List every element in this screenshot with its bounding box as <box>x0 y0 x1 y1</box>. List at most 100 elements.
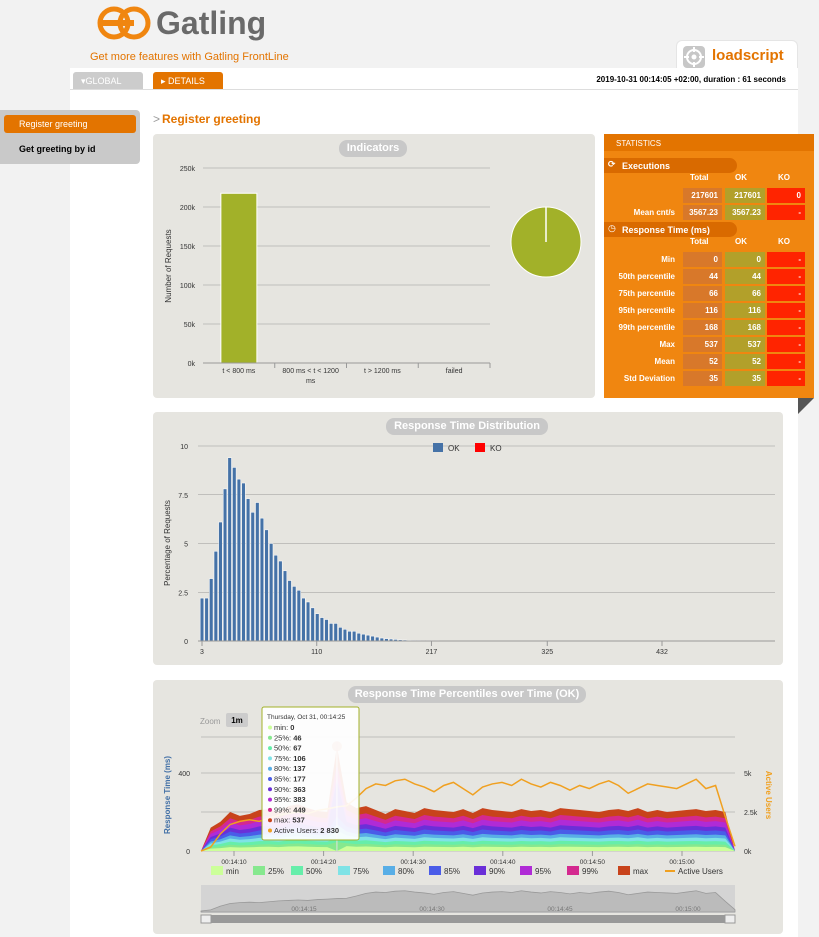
sidebar-item-register-greeting[interactable]: Register greeting <box>4 115 136 133</box>
stats-cell-ko: - <box>767 269 805 284</box>
header-total: Total <box>690 237 709 246</box>
header-total: Total <box>690 173 709 182</box>
distribution-bar <box>329 623 334 642</box>
statistics-panel: STATISTICS ⟳ Executions Total OK KO 21760… <box>604 134 814 398</box>
legend-swatch <box>253 866 265 875</box>
y-tick-label: 0 <box>184 639 188 646</box>
stats-row-label: Max <box>659 340 675 349</box>
statistics-title: STATISTICS <box>616 139 662 148</box>
run-info: 2019-10-31 00:14:05 +02:00, duration : 6… <box>596 75 786 84</box>
stats-cell-total: 3567.23 <box>683 205 722 220</box>
tooltip-row: 85%: 177 <box>274 775 306 784</box>
header-ko: KO <box>778 237 790 246</box>
distribution-bar <box>356 632 361 642</box>
stats-cell-ok: 217601 <box>725 188 765 203</box>
y-tick-label: 7.5 <box>178 493 188 500</box>
x-tick-label: failed <box>446 368 463 375</box>
y-tick-label: 100k <box>180 283 196 290</box>
legend-swatch <box>429 866 441 875</box>
tab-global-label: GLOBAL <box>85 76 122 86</box>
stats-cell-ko: - <box>767 337 805 352</box>
legend-swatch <box>338 866 350 875</box>
x-tick-label: 00:14:10 <box>221 859 247 866</box>
y-axis-label: Percentage of Requests <box>163 500 172 586</box>
tooltip-bullet <box>268 735 272 740</box>
stats-cell-total: 52 <box>683 354 722 369</box>
distribution-bar <box>246 498 251 642</box>
distribution-panel: Response Time Distribution 0 2.5 5 7.5 10 Per… <box>153 412 783 665</box>
legend-swatch <box>475 443 485 452</box>
frontline-link[interactable]: Get more features with Gatling FrontLine <box>90 51 289 63</box>
distribution-bar <box>269 543 274 642</box>
simulation-name: loadscript <box>712 47 784 64</box>
stats-row: Mean cnt/s 3567.23 3567.23 - <box>604 204 814 221</box>
legend-swatch <box>211 866 223 875</box>
stats-cell-ko: 0 <box>767 188 805 203</box>
distribution-bar <box>218 521 223 642</box>
y-tick-label: 50k <box>184 322 196 329</box>
legend-swatch <box>383 866 395 875</box>
stats-row-label: 99th percentile <box>618 323 675 332</box>
zoom-label: Zoom <box>200 717 221 726</box>
stats-cell-ko: - <box>767 320 805 335</box>
header-ok: OK <box>735 237 747 246</box>
y-tick-label: 10 <box>180 444 188 451</box>
tab-global[interactable]: ▾GLOBAL <box>73 72 143 89</box>
distribution-bar <box>315 613 320 642</box>
x-tick-label: 217 <box>426 649 438 656</box>
stats-cell-ko: - <box>767 354 805 369</box>
panel-fold-corner <box>798 398 814 414</box>
stats-row-label: 75th percentile <box>618 289 675 298</box>
y-tick-label: 5 <box>184 542 188 549</box>
navigator-tick-label: 00:15:00 <box>675 906 701 913</box>
page-title: > Register greeting <box>153 112 261 126</box>
stats-cell-ok: 0 <box>725 252 765 267</box>
scroll-right-button[interactable] <box>724 914 736 924</box>
legend-swatch <box>567 866 579 875</box>
tooltip-bullet <box>268 777 272 781</box>
distribution-bar <box>365 634 371 642</box>
legend-label: 90% <box>489 867 505 876</box>
stats-cell-ko: - <box>767 286 805 301</box>
y-tick-label: 200k <box>180 205 196 212</box>
stats-cell-ko: - <box>767 371 805 386</box>
distribution-bar <box>264 529 269 642</box>
stats-row: 99th percentile 168 168 - <box>604 319 814 336</box>
y-tick-label: 0k <box>188 361 196 368</box>
brand-name: Gatling <box>156 5 266 41</box>
scroll-left-button[interactable] <box>200 914 212 924</box>
distribution-bar <box>292 586 297 642</box>
distribution-bar <box>278 560 283 642</box>
tooltip-row: 80%: 137 <box>274 764 306 773</box>
percentiles-panel: Response Time Percentiles over Time (OK)… <box>153 680 783 934</box>
distribution-bar <box>209 578 214 642</box>
tooltip-bullet <box>268 818 272 823</box>
sidebar-item-get-greeting-by-id[interactable]: Get greeting by id <box>4 140 136 158</box>
sidebar: Register greeting Get greeting by id <box>0 110 140 164</box>
distribution-bar <box>301 597 306 642</box>
navigator-tick-label: 00:14:45 <box>547 906 573 913</box>
legend-label: 80% <box>398 867 414 876</box>
legend-swatch <box>520 866 532 875</box>
y2-axis-label: Active Users <box>764 771 773 820</box>
distribution-bar <box>352 631 357 642</box>
zoom-button-label: 1m <box>231 716 243 725</box>
distribution-chart: 0 2.5 5 7.5 10 Percentage of Requests 3 110 217 3… <box>163 443 775 656</box>
legend-label: 50% <box>306 867 322 876</box>
stats-cell-ok: 537 <box>725 337 765 352</box>
y-tick-label: 400 <box>178 771 190 778</box>
breadcrumb-arrow-icon: > <box>153 112 161 126</box>
distribution-bar <box>342 629 347 642</box>
stats-row: Max 537 537 - <box>604 336 814 353</box>
tooltip-bullet <box>268 746 272 751</box>
tooltip-row: min: 0 <box>274 723 294 732</box>
tooltip-row: 50%: 67 <box>274 744 302 753</box>
tab-details[interactable]: ▸ DETAILS <box>153 72 223 89</box>
header-ok: OK <box>735 173 747 182</box>
distribution-bar <box>370 635 375 642</box>
distribution-bar <box>222 488 228 642</box>
target-icon <box>683 46 705 68</box>
x-tick-label: 00:14:40 <box>490 859 516 866</box>
tooltip-bullet <box>268 797 272 802</box>
statistics-header: STATISTICS <box>604 134 814 151</box>
